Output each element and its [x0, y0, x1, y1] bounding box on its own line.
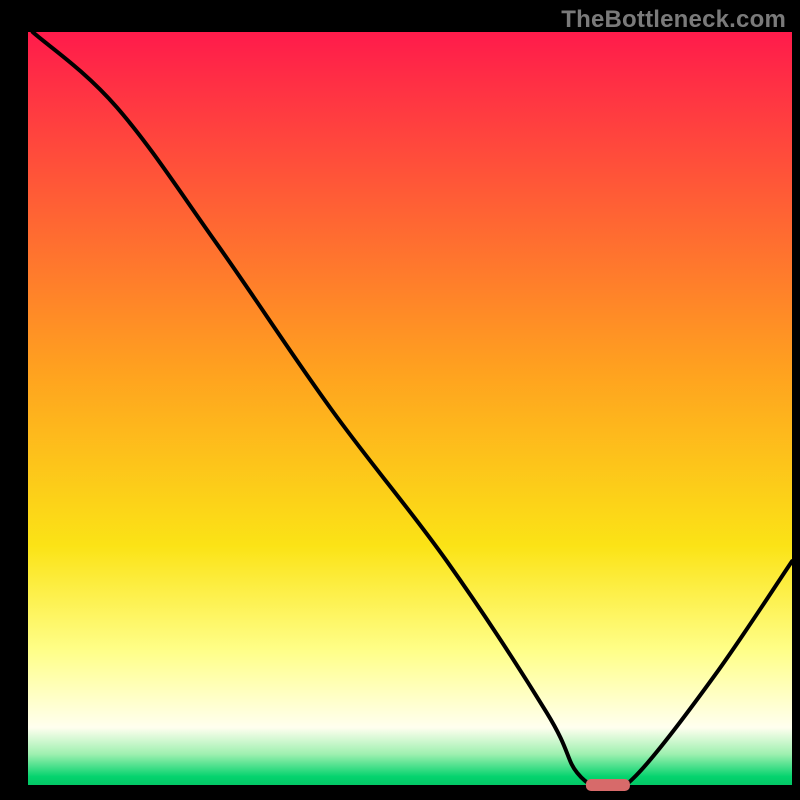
bottleneck-chart: TheBottleneck.com [0, 0, 800, 800]
optimal-point-marker [586, 779, 630, 791]
plot-background [25, 32, 792, 788]
chart-svg [0, 0, 800, 800]
